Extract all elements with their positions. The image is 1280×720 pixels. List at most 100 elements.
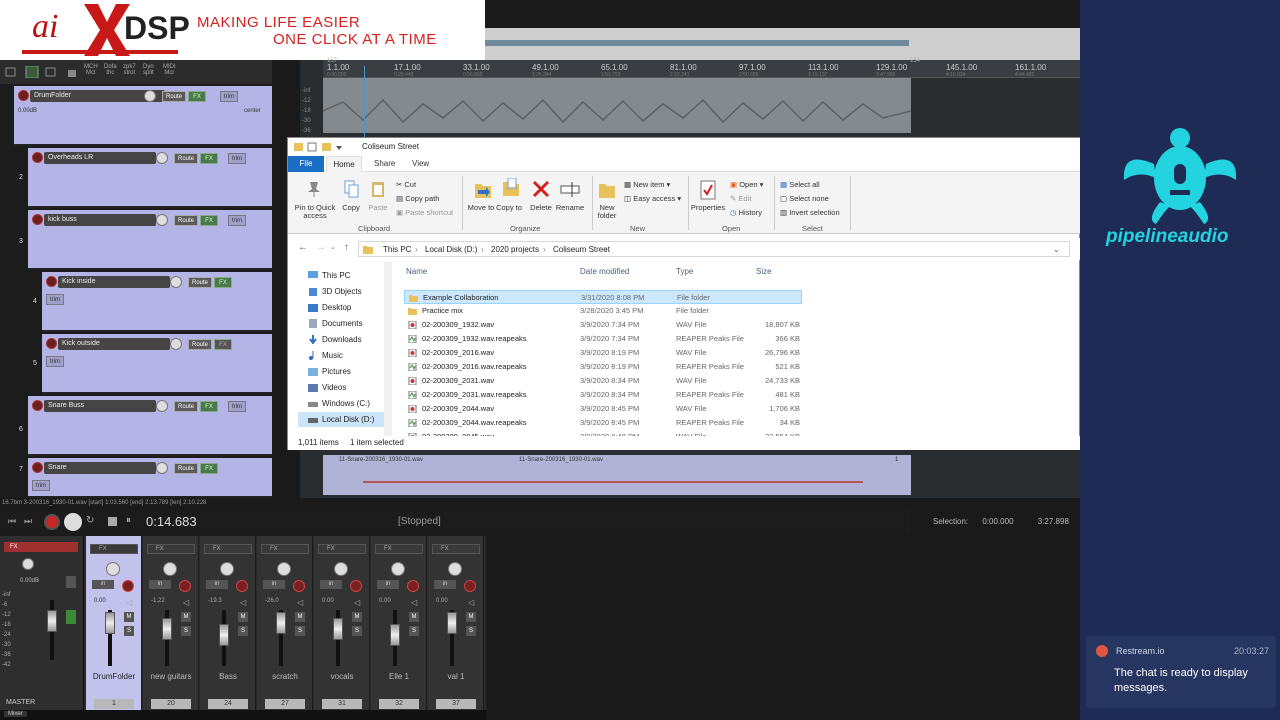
strip-name[interactable]: Bass	[200, 672, 256, 681]
properties-button[interactable]: Properties	[688, 204, 728, 212]
pan-knob[interactable]	[163, 562, 177, 576]
move-to-button[interactable]: Move to	[466, 204, 496, 212]
file-row[interactable]: 02-200309_2044.wav.reapeaks 3/9/2020 8:45…	[404, 416, 802, 430]
file-row[interactable]: 02-200309_1932.wav 3/9/2020 7:34 PM WAV Fi…	[404, 318, 802, 332]
toolbar-dyn[interactable]: Dyn split	[143, 64, 154, 76]
route-button[interactable]: Route	[188, 277, 213, 288]
column-type[interactable]: Type	[676, 267, 693, 276]
strip-fx-button[interactable]: FX	[90, 544, 138, 554]
tab-view[interactable]: View	[412, 159, 429, 168]
toolbar-midi[interactable]: MIDI Mcr	[163, 64, 176, 76]
new-item-button[interactable]: ▦ New item ▾	[624, 180, 670, 189]
record-arm-icon[interactable]	[236, 580, 248, 592]
record-arm-button[interactable]	[32, 400, 43, 411]
mixer-strip[interactable]: FX in 0.00 ◁ M Sval 1 37	[428, 536, 484, 720]
volume-knob[interactable]	[156, 462, 168, 474]
nav-pictures[interactable]: Pictures	[298, 364, 388, 379]
edit-button[interactable]: ✎ Edit	[730, 194, 751, 203]
record-arm-button[interactable]	[46, 338, 57, 349]
volume-fader[interactable]	[447, 612, 457, 634]
file-row[interactable]: Practice mix 3/28/2020 3:45 PM File folder	[404, 304, 802, 318]
selection-end[interactable]: 3:27.898	[1038, 517, 1069, 526]
mixer-strip[interactable]: FX in 0.00 ◁ M S DrumFolder 1	[86, 536, 142, 720]
fx-button[interactable]: FX	[200, 153, 218, 164]
nav-videos[interactable]: Videos	[298, 380, 388, 395]
selection-start[interactable]: 0:00.000	[982, 517, 1013, 526]
go-to-end-icon[interactable]: ⏭	[24, 516, 32, 527]
mixer-strip[interactable]: FX in 0.00 ◁ M S Elle 1 32	[371, 536, 427, 720]
paste-shortcut-button[interactable]: ▣ Paste shortcut	[396, 208, 453, 217]
mute-button[interactable]: M	[238, 612, 248, 622]
selection-info[interactable]: Selection: 0:00.000 3:27.898	[933, 517, 1069, 526]
pan-knob[interactable]	[391, 562, 405, 576]
master-fx-button[interactable]: FX	[4, 542, 78, 552]
strip-name[interactable]: new guitars	[143, 672, 199, 681]
loop-icon[interactable]: ↻	[86, 515, 94, 526]
stop-icon[interactable]	[108, 517, 117, 526]
route-button[interactable]: Route	[174, 215, 199, 226]
solo-button[interactable]: S	[409, 626, 419, 636]
track-kick-inside[interactable]: Kick inside Route FX trim	[42, 272, 272, 332]
invert-selection-button[interactable]: ▥ Invert selection	[780, 208, 840, 217]
toolbar-mch[interactable]: MCH Mct	[84, 64, 98, 76]
record-icon[interactable]	[44, 514, 60, 530]
strip-name[interactable]: scratch	[257, 672, 313, 681]
input-button[interactable]: in	[206, 580, 228, 589]
track-kick-buss[interactable]: kick buss Route FX trim	[28, 210, 272, 270]
copy-button[interactable]: Copy	[338, 204, 364, 212]
select-all-button[interactable]: ▦ Select all	[780, 180, 820, 189]
column-size[interactable]: Size	[756, 267, 772, 276]
column-date-modified[interactable]: Date modified	[580, 267, 629, 276]
nav-scrollbar[interactable]	[384, 262, 392, 437]
fx-button[interactable]: FX	[214, 277, 232, 288]
input-button[interactable]: in	[263, 580, 285, 589]
track-snare[interactable]: Snare Route FX trim	[28, 458, 272, 498]
record-arm-icon[interactable]	[464, 580, 476, 592]
column-name[interactable]: Name	[406, 267, 427, 276]
mixer-strip[interactable]: FX in 0.00 ◁ M Svocals 31	[314, 536, 370, 720]
fx-button[interactable]: FX	[200, 463, 218, 474]
strip-fx-button[interactable]: FX	[375, 544, 423, 554]
file-row[interactable]: 02-200309_2044.wav 3/9/2020 8:45 PM WAV Fi…	[404, 402, 802, 416]
mute-button[interactable]: M	[466, 612, 476, 622]
route-button[interactable]: Route	[174, 463, 199, 474]
trim-button[interactable]: trim	[220, 91, 238, 102]
tab-home[interactable]: Home	[326, 156, 362, 173]
master-fader[interactable]	[47, 610, 57, 632]
mixer-strip[interactable]: FX in -26.0 ◁ M Sscratch 27	[257, 536, 313, 720]
address-dropdown-icon[interactable]: ⌄	[1053, 245, 1060, 254]
solo-button[interactable]: S	[466, 626, 476, 636]
strip-fx-button[interactable]: FX	[318, 544, 366, 554]
edit-cursor[interactable]	[364, 66, 365, 146]
strip-name[interactable]: vocals	[314, 672, 370, 681]
track-name[interactable]: Overheads LR	[44, 152, 156, 164]
nav-music[interactable]: Music	[298, 348, 388, 363]
speaker-icon[interactable]: ◁	[297, 598, 303, 607]
pause-icon[interactable]: ⏸	[126, 515, 131, 526]
record-arm-icon[interactable]	[122, 580, 134, 592]
volume-fader[interactable]	[219, 624, 229, 646]
track-name[interactable]: Snare Buss	[44, 400, 156, 412]
pan-knob[interactable]	[448, 562, 462, 576]
history-button[interactable]: ◷ History	[730, 208, 762, 217]
route-button[interactable]: Route	[174, 401, 199, 412]
volume-knob[interactable]	[156, 152, 168, 164]
solo-button[interactable]: S	[352, 626, 362, 636]
input-button[interactable]: in	[377, 580, 399, 589]
solo-button[interactable]: S	[124, 626, 134, 636]
file-row[interactable]: 02-200309_2016.wav 3/9/2020 8:19 PM WAV Fi…	[404, 346, 802, 360]
route-button[interactable]: Route	[162, 91, 187, 102]
breadcrumb-2020-projects[interactable]: 2020 projects	[491, 245, 539, 254]
file-row[interactable]: 02-200309_1932.wav.reapeaks 3/9/2020 7:34…	[404, 332, 802, 346]
strip-name[interactable]: Elle 1	[371, 672, 427, 681]
speaker-icon[interactable]: ◁	[411, 598, 417, 607]
select-none-button[interactable]: ▢ Select none	[780, 194, 829, 203]
master-strip[interactable]: FX 0.00dB -inf -6 -12 -18 -24 -30 -36 -42 MASTE…	[0, 536, 84, 710]
record-arm-icon[interactable]	[293, 580, 305, 592]
file-row[interactable]: Example Collaboration 3/31/2020 8:08 PM Fi…	[404, 290, 802, 304]
strip-name[interactable]: DrumFolder	[86, 672, 142, 681]
pan-knob[interactable]	[220, 562, 234, 576]
pan-knob[interactable]	[277, 562, 291, 576]
trim-button[interactable]: trim	[228, 153, 246, 164]
speaker-icon[interactable]: ◁	[468, 598, 474, 607]
